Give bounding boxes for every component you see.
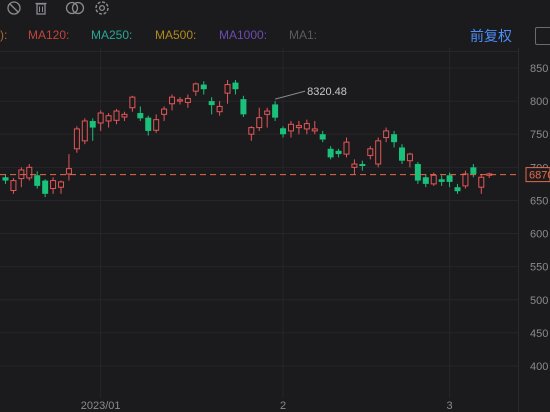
candle-down[interactable] bbox=[208, 101, 215, 106]
candle-up[interactable] bbox=[478, 176, 485, 188]
x-tick-label: 3 bbox=[447, 400, 453, 412]
candle-down[interactable] bbox=[454, 187, 461, 192]
candle-down[interactable] bbox=[335, 150, 342, 155]
candle-up[interactable] bbox=[256, 117, 263, 129]
candle-up[interactable] bbox=[375, 140, 382, 165]
candle-down[interactable] bbox=[2, 177, 9, 181]
x-tick-label: 2 bbox=[280, 400, 286, 412]
candle-up[interactable] bbox=[224, 84, 231, 94]
candle-down[interactable] bbox=[200, 84, 207, 90]
legend-ma1000[interactable]: MA1000: bbox=[219, 28, 267, 42]
candle-down[interactable] bbox=[272, 104, 279, 118]
candle-down[interactable] bbox=[470, 167, 477, 174]
candle-down[interactable] bbox=[446, 175, 453, 182]
candle-up[interactable] bbox=[343, 141, 350, 155]
settings-icon[interactable] bbox=[94, 0, 110, 16]
candle-down[interactable] bbox=[42, 180, 49, 194]
candle-up[interactable] bbox=[65, 168, 72, 175]
max-annotation-label: 8320.48 bbox=[307, 86, 347, 98]
candle-up[interactable] bbox=[351, 163, 358, 168]
candle-up[interactable] bbox=[248, 127, 255, 135]
x-tick-label: 2023/01 bbox=[81, 400, 121, 412]
candle-up[interactable] bbox=[50, 180, 57, 190]
candle-up[interactable] bbox=[311, 128, 318, 132]
price-adjust-button[interactable]: 前复权 bbox=[470, 26, 512, 46]
candle-up[interactable] bbox=[216, 105, 223, 113]
candle-up[interactable] bbox=[113, 110, 120, 121]
candle-down[interactable] bbox=[145, 117, 152, 131]
current-price-label: 6870 bbox=[529, 170, 550, 182]
candle-up[interactable] bbox=[287, 123, 294, 132]
trash-icon[interactable] bbox=[33, 0, 49, 16]
draw-icon[interactable] bbox=[6, 0, 22, 16]
candle-down[interactable] bbox=[422, 177, 429, 184]
candle-down[interactable] bbox=[414, 164, 421, 181]
grid-lines bbox=[0, 48, 519, 412]
y-tick-label: 750 bbox=[530, 129, 548, 141]
y-tick-label: 600 bbox=[530, 229, 548, 241]
candle-up[interactable] bbox=[462, 173, 469, 187]
candle-up[interactable] bbox=[10, 180, 17, 192]
candle-up[interactable] bbox=[303, 123, 310, 130]
candle-up[interactable] bbox=[169, 96, 176, 105]
y-tick-label: 450 bbox=[530, 328, 548, 340]
candle-up[interactable] bbox=[97, 112, 104, 124]
y-tick-label: 650 bbox=[530, 195, 548, 207]
candle-down[interactable] bbox=[399, 147, 405, 161]
candle-up[interactable] bbox=[73, 128, 80, 150]
y-tick-label: 500 bbox=[530, 295, 548, 307]
candle-up[interactable] bbox=[105, 115, 112, 122]
ma-legend: ): MA120: MA250: MA500: MA1000: MA1: 前复权 bbox=[0, 26, 550, 46]
candle-down[interactable] bbox=[240, 99, 247, 115]
y-tick-label: 400 bbox=[530, 361, 548, 373]
legend-ma500[interactable]: MA500: bbox=[155, 28, 196, 42]
candle-down[interactable] bbox=[89, 120, 96, 128]
candle-up[interactable] bbox=[406, 153, 413, 162]
legend-ma250[interactable]: MA250: bbox=[91, 28, 132, 42]
candle-down[interactable] bbox=[137, 113, 144, 119]
max-annotation-leader bbox=[274, 90, 306, 100]
compare-icon[interactable] bbox=[65, 0, 85, 16]
candle-down[interactable] bbox=[232, 82, 239, 90]
candle-up[interactable] bbox=[129, 96, 136, 109]
candle-down[interactable] bbox=[391, 134, 398, 143]
legend-collapse-button[interactable] bbox=[535, 27, 550, 45]
candle-up[interactable] bbox=[26, 166, 33, 179]
candle-down[interactable] bbox=[359, 164, 366, 167]
legend-ma-prev[interactable]: ): bbox=[0, 28, 7, 42]
candle-up[interactable] bbox=[430, 174, 437, 185]
candle-down[interactable] bbox=[438, 179, 445, 182]
candle-up[interactable] bbox=[383, 130, 390, 139]
candle-up[interactable] bbox=[153, 119, 160, 131]
candle-up[interactable] bbox=[58, 181, 65, 188]
legend-ma1[interactable]: MA1: bbox=[289, 28, 317, 42]
candle-down[interactable] bbox=[327, 148, 334, 158]
y-tick-label: 800 bbox=[530, 96, 548, 108]
chart-toolbar bbox=[0, 0, 550, 18]
candlestick-chart[interactable]: 8508007507006506005505004504002023/01236… bbox=[0, 0, 550, 412]
y-tick-label: 850 bbox=[530, 63, 548, 75]
candle-up[interactable] bbox=[121, 113, 128, 118]
candle-down[interactable] bbox=[319, 134, 326, 140]
y-tick-label: 550 bbox=[530, 262, 548, 274]
candle-up[interactable] bbox=[367, 148, 374, 156]
candle-down[interactable] bbox=[280, 128, 287, 135]
legend-ma120[interactable]: MA120: bbox=[28, 28, 69, 42]
candle-up[interactable] bbox=[264, 110, 271, 115]
candle-up[interactable] bbox=[184, 97, 191, 103]
candle-up[interactable] bbox=[176, 99, 183, 102]
candles[interactable] bbox=[2, 79, 493, 198]
candle-up[interactable] bbox=[81, 120, 88, 142]
candle-up[interactable] bbox=[192, 83, 199, 92]
candle-down[interactable] bbox=[34, 175, 41, 186]
candle-up[interactable] bbox=[295, 125, 302, 129]
candle-up[interactable] bbox=[161, 108, 168, 115]
